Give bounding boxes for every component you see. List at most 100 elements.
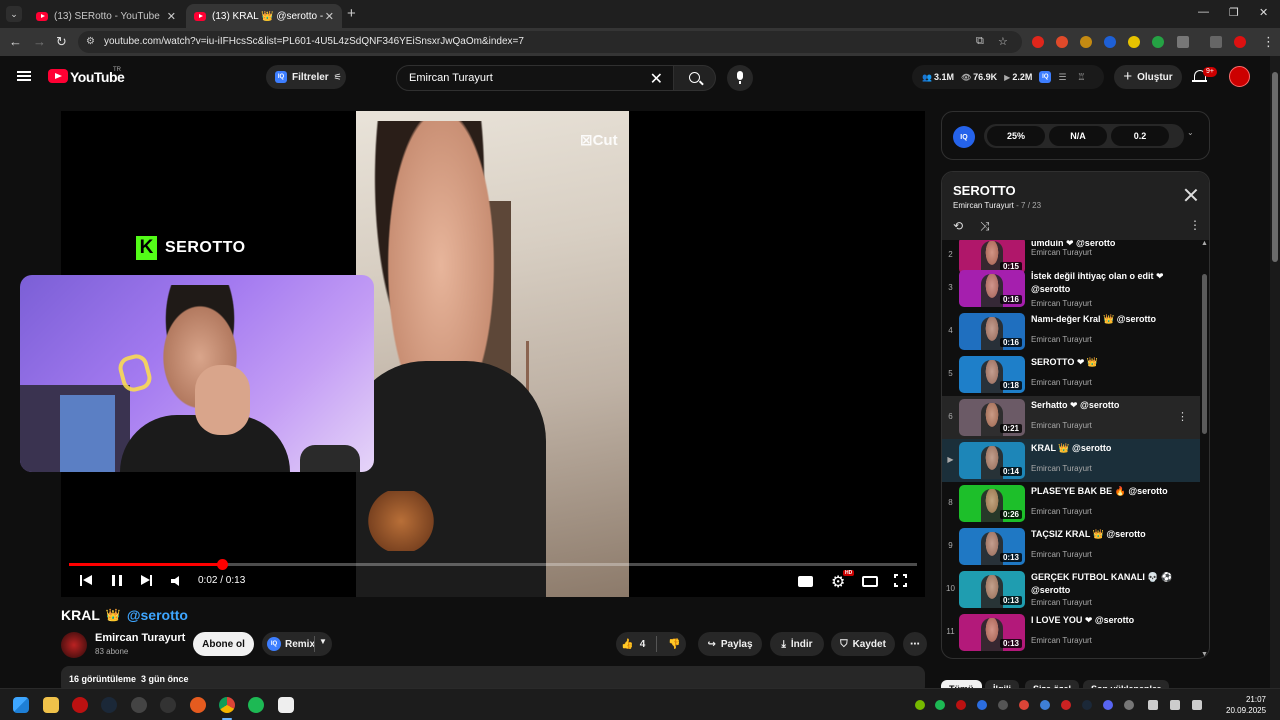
subtitles-icon[interactable] [798, 576, 813, 587]
award-icon[interactable]: ♖ [1077, 72, 1085, 83]
youtube-logo-icon[interactable] [48, 69, 68, 83]
channel-name[interactable]: Emircan Turayurt [95, 632, 185, 644]
playlist-item-thumbnail[interactable]: 0:13 [959, 571, 1025, 608]
tray-icon[interactable] [1061, 700, 1071, 710]
playlist-item-thumbnail[interactable]: 0:16 [959, 313, 1025, 350]
search-input[interactable]: Emircan Turayurt ✕ [396, 65, 674, 91]
playlist-item-title[interactable]: KRAL 👑 @serotto [1031, 442, 1181, 455]
new-tab-button[interactable]: + [347, 5, 356, 22]
reading-list-icon[interactable] [1210, 36, 1222, 48]
tray-icon[interactable] [956, 700, 966, 710]
url-text[interactable]: youtube.com/watch?v=iu-iIFHcsSc&list=PL6… [104, 36, 524, 47]
progress-bar[interactable] [69, 559, 917, 570]
playlist-item[interactable]: 4 0:16 Namı-değer Kral 👑 @serotto Emircan T… [942, 310, 1200, 353]
system-clock[interactable]: 21:07 20.09.2025 [1226, 694, 1266, 716]
dislike-button[interactable]: 👎 [668, 639, 680, 650]
list-icon[interactable]: ☰ [1058, 72, 1066, 83]
bookmark-star-icon[interactable]: ☆ [998, 35, 1008, 48]
previous-icon[interactable] [80, 575, 92, 587]
extension-icon[interactable] [1056, 36, 1068, 48]
browser-tab-1[interactable]: (13) SERotto - YouTube ✕ [28, 4, 184, 28]
playlist-item-thumbnail[interactable]: 0:18 [959, 356, 1025, 393]
install-app-icon[interactable]: ⧉ [976, 35, 984, 48]
progress-scrubber[interactable] [216, 559, 228, 570]
tab-close-icon[interactable]: ✕ [325, 10, 334, 23]
video-frame[interactable]: ⊠Cut [356, 111, 629, 597]
pause-icon[interactable] [112, 575, 122, 586]
browser-tab-2[interactable]: (13) KRAL 👑 @serotto - Yo ✕ [186, 4, 342, 28]
chevron-down-icon[interactable]: ▼ [319, 637, 327, 646]
playlist-item-title[interactable]: TAÇSIZ KRAL 👑 @serotto [1031, 528, 1181, 541]
playlist-item[interactable]: 6 0:21 Serhatto ❤ @serotto Emircan Turayurt… [942, 396, 1200, 439]
download-button[interactable]: ⤓ İndir [770, 632, 824, 656]
playlist-item-title[interactable]: İstek değil ihtiyaç olan o edit ❤ @serot… [1031, 270, 1181, 296]
filters-button[interactable]: IQ Filtreler ⚟ [266, 65, 346, 89]
iq-extension-icon[interactable]: IQ [1039, 71, 1052, 83]
extension-icon[interactable] [1032, 36, 1044, 48]
search-button[interactable] [674, 65, 716, 91]
playlist-item-title[interactable]: SEROTTO ❤ 👑 [1031, 356, 1181, 369]
channel-avatar[interactable] [61, 632, 87, 658]
more-actions-button[interactable]: ⋯ [903, 632, 927, 656]
playlist-item[interactable]: 9 0:13 TAÇSIZ KRAL 👑 @serotto Emircan Turay… [942, 525, 1200, 568]
tray-icon[interactable] [1124, 700, 1134, 710]
scroll-down-icon[interactable]: ▼ [1201, 651, 1208, 658]
more-vertical-icon[interactable]: ⋮ [1177, 410, 1188, 423]
playlist-item-thumbnail[interactable]: 0:21 [959, 399, 1025, 436]
video-title-handle[interactable]: @serotto [127, 607, 188, 623]
share-button[interactable]: ↪ Paylaş [698, 632, 762, 656]
start-menu-icon[interactable] [13, 697, 29, 713]
address-bar[interactable]: ⚙ youtube.com/watch?v=iu-iIFHcsSc&list=P… [78, 31, 1022, 53]
playlist-item[interactable]: 10 0:13 GERÇEK FUTBOL KANALI 💀 ⚽ @serotto E… [942, 568, 1200, 611]
playlist-item[interactable]: 8 0:26 PLASE'YE BAK BE 🔥 @serotto Emircan T… [942, 482, 1200, 525]
nvidia-tray-icon[interactable] [915, 700, 925, 710]
firefox-icon[interactable] [190, 697, 206, 713]
tray-icon[interactable] [998, 700, 1008, 710]
playlist-item-title[interactable]: Namı-değer Kral 👑 @serotto [1031, 313, 1181, 326]
playlist-item-thumbnail[interactable]: 0:13 [959, 614, 1025, 651]
fullscreen-icon[interactable] [894, 574, 907, 587]
loop-icon[interactable]: ⟲ [953, 219, 963, 233]
playlist-item-thumbnail[interactable]: 0:26 [959, 485, 1025, 522]
page-scrollbar-thumb[interactable] [1272, 72, 1278, 262]
tray-icon[interactable] [1040, 700, 1050, 710]
file-explorer-icon[interactable] [43, 697, 59, 713]
next-icon[interactable] [141, 575, 153, 587]
maximize-button[interactable]: ❐ [1229, 6, 1239, 19]
chrome-tray-icon[interactable] [1019, 700, 1029, 710]
discord-tray-icon[interactable] [1103, 700, 1113, 710]
forward-button[interactable]: → [33, 34, 46, 49]
volume-tray-icon[interactable] [1148, 700, 1158, 710]
playlist-item-title[interactable]: I LOVE YOU ❤ @serotto [1031, 614, 1181, 627]
minimize-button[interactable]: — [1198, 6, 1209, 18]
chrome-icon[interactable] [219, 697, 235, 713]
account-avatar[interactable] [1229, 66, 1250, 87]
playlist-scrollbar-thumb[interactable] [1202, 274, 1207, 434]
extension-icon[interactable] [1152, 36, 1164, 48]
save-button[interactable]: ⛉ Kaydet [831, 632, 895, 656]
playlist-owner[interactable]: Emircan Turayurt [953, 201, 1014, 210]
window-close-button[interactable]: ✕ [1259, 6, 1268, 19]
extension-icon[interactable] [1128, 36, 1140, 48]
opera-icon[interactable] [72, 697, 88, 713]
bluetooth-tray-icon[interactable] [977, 700, 987, 710]
playlist-title[interactable]: SEROTTO [953, 183, 1016, 198]
like-button[interactable]: 👍 4 [621, 639, 645, 650]
clear-search-icon[interactable]: ✕ [650, 69, 663, 89]
subscribe-button[interactable]: Abone ol [193, 632, 254, 656]
spotify-icon[interactable] [248, 697, 264, 713]
chevron-down-icon[interactable]: ⌄ [1187, 128, 1194, 137]
spotify-tray-icon[interactable] [935, 700, 945, 710]
reload-button[interactable]: ↻ [56, 34, 67, 50]
playlist-item[interactable]: 3 0:16 İstek değil ihtiyaç olan o edit ❤ @… [942, 267, 1200, 310]
playlist-item[interactable]: ▶ 0:14 KRAL 👑 @serotto Emircan Turayurt [942, 439, 1200, 482]
app-icon[interactable] [131, 697, 147, 713]
more-vertical-icon[interactable]: ⋮ [1189, 218, 1201, 232]
scroll-up-icon[interactable]: ▲ [1201, 240, 1208, 247]
playlist-item[interactable]: 11 0:13 I LOVE YOU ❤ @serotto Emircan Turay… [942, 611, 1200, 654]
extension-icon[interactable] [1104, 36, 1116, 48]
extensions-puzzle-icon[interactable] [1177, 36, 1189, 48]
capcut-icon[interactable] [278, 697, 294, 713]
playlist-scrollbar[interactable]: ▲ ▼ [1200, 240, 1209, 658]
extension-icon[interactable] [1080, 36, 1092, 48]
